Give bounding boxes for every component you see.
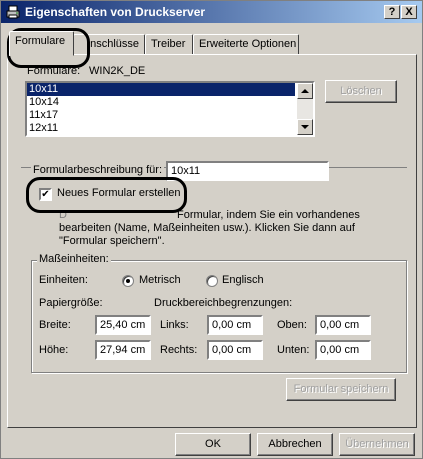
window-title: Eigenschaften von Druckserver	[25, 5, 206, 19]
metric-label[interactable]: Metrisch	[139, 274, 181, 286]
bottom-margin-field[interactable]: 0,00 cm	[315, 340, 371, 360]
list-scrollbar[interactable]	[297, 83, 313, 135]
list-item[interactable]: 11x17	[27, 109, 313, 122]
tab-anschluesse-label: nschlüsse	[90, 38, 139, 50]
list-item[interactable]: 10x11	[27, 83, 295, 96]
units-group-label: Maßeinheiten:	[37, 253, 111, 265]
list-item[interactable]: 12x11	[27, 122, 313, 135]
arrow-down-icon	[301, 125, 309, 129]
tab-formulare-label: Formulare	[15, 35, 66, 47]
height-field[interactable]: 27,94 cm	[95, 340, 151, 360]
right-margin-label: Rechts:	[160, 344, 198, 356]
english-radio[interactable]	[206, 275, 218, 287]
forms-listbox[interactable]: 10x11 10x14 11x17 12x11	[25, 81, 315, 137]
dialog-window: Eigenschaften von Druckserver ? X Formul…	[0, 0, 423, 459]
tab-treiber-label: Treiber	[151, 38, 186, 50]
bottom-margin-label: Unten:	[277, 344, 310, 356]
description-label: Formularbeschreibung für:	[31, 164, 165, 176]
right-margin-field[interactable]: 0,00 cm	[207, 340, 263, 360]
tab-erweiterte-optionen[interactable]: Erweiterte Optionen	[193, 34, 299, 55]
forms-server-name: WIN2K_DE	[89, 65, 146, 77]
scroll-up-button[interactable]	[297, 83, 313, 99]
description-field[interactable]: 10x11	[166, 161, 329, 181]
width-field[interactable]: 25,40 cm	[95, 315, 151, 335]
ok-button[interactable]: OK	[175, 433, 251, 456]
explanation-text-line2: bearbeiten (Name, Maßeinheiten usw.). Kl…	[59, 222, 355, 234]
cancel-button[interactable]: Abbrechen	[257, 433, 333, 456]
units-label: Einheiten:	[39, 274, 88, 286]
left-margin-field[interactable]: 0,00 cm	[207, 315, 263, 335]
save-form-button[interactable]: Formular speichern	[286, 378, 396, 401]
explanation-text-line1: Formular, indem Sie ein vorhandenes	[177, 209, 360, 221]
list-item[interactable]: 10x14	[27, 96, 313, 109]
delete-button[interactable]: Löschen	[325, 80, 397, 103]
tab-treiber[interactable]: Treiber	[145, 34, 193, 55]
width-label: Breite:	[39, 319, 71, 331]
metric-radio[interactable]	[122, 275, 134, 287]
title-bar[interactable]: Eigenschaften von Druckserver ? X	[1, 1, 422, 23]
left-margin-label: Links:	[160, 319, 189, 331]
explanation-text-line3: "Formular speichern".	[59, 235, 165, 247]
close-button[interactable]: X	[401, 5, 417, 19]
english-label[interactable]: Englisch	[222, 274, 264, 286]
tab-erweiterte-optionen-label: Erweiterte Optionen	[199, 38, 297, 50]
checkbox-highlight-callout	[26, 177, 187, 213]
top-margin-label: Oben:	[277, 319, 307, 331]
printable-area-label: Druckbereichbegrenzungen:	[154, 297, 293, 309]
help-button[interactable]: ?	[384, 5, 400, 19]
paper-size-label: Papiergröße:	[39, 297, 103, 309]
tab-formulare[interactable]: Formulare	[9, 31, 74, 56]
height-label: Höhe:	[39, 344, 69, 356]
printer-icon	[6, 5, 20, 19]
arrow-up-icon	[301, 89, 309, 93]
tab-strip: Formulare nschlüsse Treiber Erweiterte O…	[7, 31, 417, 56]
scroll-down-button[interactable]	[297, 119, 313, 135]
top-margin-field[interactable]: 0,00 cm	[315, 315, 371, 335]
apply-button[interactable]: Übernehmen	[339, 433, 415, 456]
radio-selected-dot	[126, 279, 130, 283]
